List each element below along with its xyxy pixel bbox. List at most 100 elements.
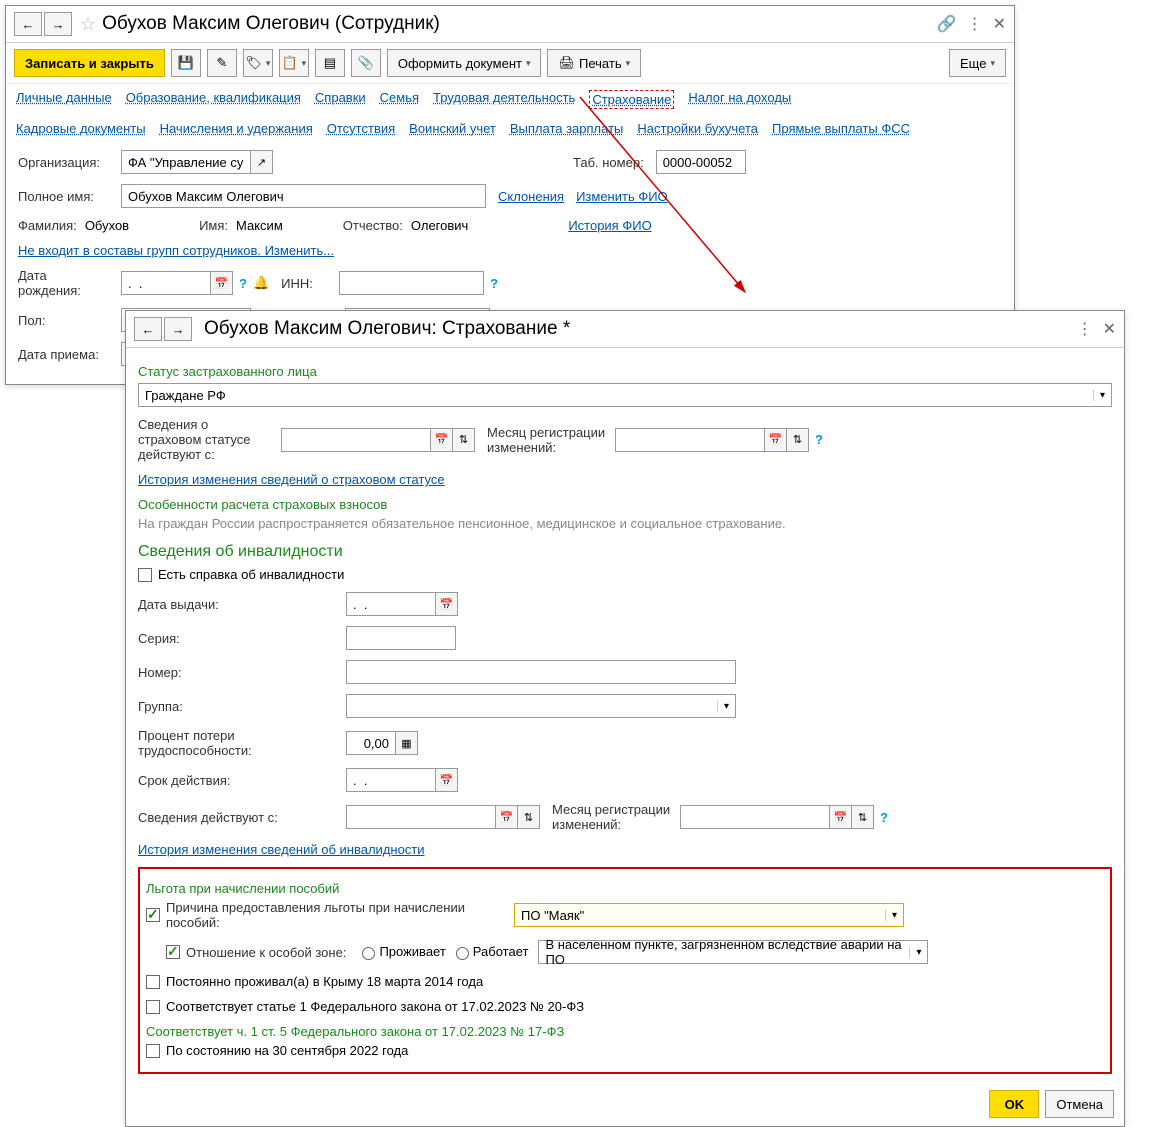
back-button[interactable]: ← xyxy=(14,12,42,36)
declension-link[interactable]: Склонения xyxy=(498,189,564,204)
tabnum-label: Таб. номер: xyxy=(573,155,644,170)
calc-icon[interactable]: ▦ xyxy=(396,731,418,755)
name-value: Максим xyxy=(236,218,283,233)
tab-acc[interactable]: Настройки бухучета xyxy=(637,121,758,136)
tab-salary[interactable]: Выплата зарплаты xyxy=(510,121,624,136)
star-icon[interactable]: ☆ xyxy=(80,14,96,35)
zone-check[interactable] xyxy=(166,945,180,959)
calendar-icon[interactable]: 📅 xyxy=(431,428,453,452)
document-button[interactable]: Оформить документ ▾ xyxy=(387,49,542,77)
zone-work-radio[interactable] xyxy=(456,947,469,960)
groups-link[interactable]: Не входит в составы групп сотрудников. И… xyxy=(18,243,334,258)
tag-button[interactable]: 🏷▾ xyxy=(243,49,273,77)
month-reg-label: Месяц регистрации изменений: xyxy=(487,425,607,455)
inv-percent-input[interactable] xyxy=(346,731,396,755)
calendar-icon[interactable]: 📅 xyxy=(436,768,458,792)
inv-month-input[interactable] xyxy=(680,805,830,829)
info-from-input[interactable] xyxy=(281,428,431,452)
crimea-check[interactable] xyxy=(146,975,160,989)
forward-button[interactable]: → xyxy=(44,12,72,36)
edit-button[interactable]: ✎ xyxy=(207,49,237,77)
tab-insurance[interactable]: Страхование xyxy=(589,90,674,109)
status-select[interactable]: Граждане РФ▾ xyxy=(138,383,1112,407)
back-button[interactable]: ← xyxy=(134,317,162,341)
birth-input[interactable] xyxy=(121,271,211,295)
ok-button[interactable]: OK xyxy=(989,1090,1039,1118)
tab-hr-docs[interactable]: Кадровые документы xyxy=(16,121,146,136)
save-close-button[interactable]: Записать и закрыть xyxy=(14,49,165,77)
inv-check[interactable] xyxy=(138,568,152,582)
history-fio-link[interactable]: История ФИО xyxy=(568,218,651,233)
tabnum-input[interactable] xyxy=(656,150,746,174)
more-icon[interactable]: ⋮ xyxy=(1077,319,1093,339)
calendar-icon[interactable]: 📅 xyxy=(436,592,458,616)
spin-icon[interactable]: ⇅ xyxy=(453,428,475,452)
surname-label: Фамилия: xyxy=(18,218,77,233)
patronymic-label: Отчество: xyxy=(343,218,403,233)
inv-date-input[interactable] xyxy=(346,592,436,616)
tab-fss[interactable]: Прямые выплаты ФСС xyxy=(772,121,910,136)
calendar-icon[interactable]: 📅 xyxy=(496,805,518,829)
close-icon[interactable]: ✕ xyxy=(1103,319,1116,339)
tab-payroll[interactable]: Начисления и удержания xyxy=(160,121,313,136)
history-status-link[interactable]: История изменения сведений о страховом с… xyxy=(138,472,445,487)
tab-tax[interactable]: Налог на доходы xyxy=(688,90,791,109)
change-fio-link[interactable]: Изменить ФИО xyxy=(576,189,668,204)
benefit-value-select[interactable]: ПО "Маяк"▾ xyxy=(514,903,904,927)
fullname-label: Полное имя: xyxy=(18,189,113,204)
benefit-title: Льгота при начислении пособий xyxy=(146,881,1104,896)
benefit-reason-check[interactable] xyxy=(146,908,160,922)
calc-text: На граждан России распространяется обяза… xyxy=(138,516,1112,531)
print-button[interactable]: 🖨 Печать ▾ xyxy=(547,49,641,77)
link-icon[interactable]: 🔗 xyxy=(937,14,957,34)
inv-number-input[interactable] xyxy=(346,660,736,684)
tab-absence[interactable]: Отсутствия xyxy=(327,121,395,136)
help-icon[interactable]: ? xyxy=(815,432,823,447)
cancel-button[interactable]: Отмена xyxy=(1045,1090,1114,1118)
help-icon[interactable]: ? xyxy=(880,810,888,825)
month-reg-input[interactable] xyxy=(615,428,765,452)
more-icon[interactable]: ⋮ xyxy=(967,14,983,34)
bell-icon[interactable]: 🔔 xyxy=(253,275,269,291)
tab-refs[interactable]: Справки xyxy=(315,90,366,109)
birth-label: Дата рождения: xyxy=(18,268,113,298)
zone-value-select[interactable]: В населенном пункте, загрязненном вследс… xyxy=(538,940,928,964)
tab-military[interactable]: Воинский учет xyxy=(409,121,496,136)
list-button[interactable]: ▤ xyxy=(315,49,345,77)
zone-live-radio[interactable] xyxy=(362,947,375,960)
history-inv-link[interactable]: История изменения сведений об инвалиднос… xyxy=(138,842,425,857)
benefit-reason-label: Причина предоставления льготы при начисл… xyxy=(166,900,506,930)
close-icon[interactable]: ✕ xyxy=(993,14,1006,34)
fz20-check[interactable] xyxy=(146,1000,160,1014)
patronymic-value: Олегович xyxy=(411,218,468,233)
tab-labor[interactable]: Трудовая деятельность xyxy=(433,90,575,109)
tab-personal[interactable]: Личные данные xyxy=(16,90,112,109)
name-label: Имя: xyxy=(199,218,228,233)
hire-label: Дата приема: xyxy=(18,347,113,362)
inv-term-input[interactable] xyxy=(346,768,436,792)
calendar-icon[interactable]: 📅 xyxy=(211,271,233,295)
spin-icon[interactable]: ⇅ xyxy=(852,805,874,829)
spin-icon[interactable]: ⇅ xyxy=(518,805,540,829)
fullname-input[interactable] xyxy=(121,184,486,208)
tab-education[interactable]: Образование, квалификация xyxy=(126,90,301,109)
help-icon[interactable]: ? xyxy=(490,276,498,291)
sept-check[interactable] xyxy=(146,1044,160,1058)
calendar-icon[interactable]: 📅 xyxy=(830,805,852,829)
attach-button[interactable]: 📎 xyxy=(351,49,381,77)
copy-button[interactable]: 📋▾ xyxy=(279,49,309,77)
inn-input[interactable] xyxy=(339,271,484,295)
spin-icon[interactable]: ⇅ xyxy=(787,428,809,452)
inv-from-input[interactable] xyxy=(346,805,496,829)
inv-series-input[interactable] xyxy=(346,626,456,650)
help-icon[interactable]: ? xyxy=(239,276,247,291)
window-title: Обухов Максим Олегович: Страхование * xyxy=(204,318,1077,340)
org-input[interactable] xyxy=(121,150,251,174)
org-open-icon[interactable]: ↗ xyxy=(251,150,273,174)
save-button[interactable]: 💾 xyxy=(171,49,201,77)
forward-button[interactable]: → xyxy=(164,317,192,341)
inv-group-select[interactable]: ▾ xyxy=(346,694,736,718)
tab-family[interactable]: Семья xyxy=(380,90,419,109)
calendar-icon[interactable]: 📅 xyxy=(765,428,787,452)
more-button[interactable]: Еще ▾ xyxy=(949,49,1006,77)
